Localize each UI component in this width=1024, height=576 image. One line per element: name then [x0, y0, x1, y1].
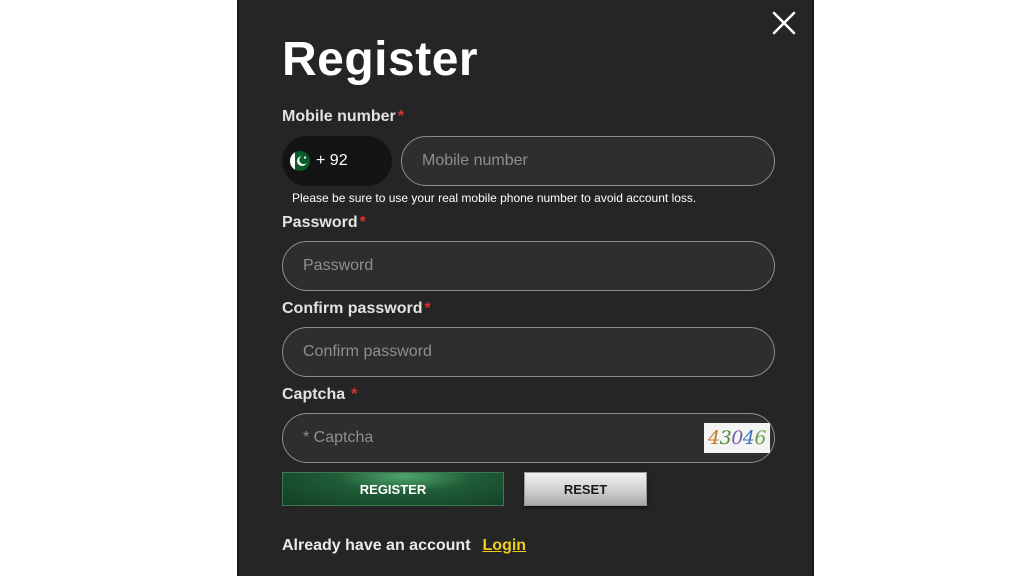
login-link[interactable]: Login	[483, 537, 527, 554]
confirm-password-label: Confirm password *	[282, 299, 431, 319]
password-field	[282, 241, 775, 291]
mobile-number-input[interactable]	[402, 152, 774, 170]
dialog-title: Register	[282, 33, 479, 86]
captcha-digit: 3	[719, 427, 732, 449]
reset-button[interactable]: RESET	[524, 472, 647, 506]
captcha-digit: 4	[742, 427, 755, 449]
mobile-number-hint: Please be sure to use your real mobile p…	[292, 191, 697, 205]
required-marker: *	[424, 300, 431, 317]
password-label-text: Password	[282, 214, 358, 231]
required-marker: *	[359, 214, 366, 231]
register-button[interactable]: REGISTER	[282, 472, 504, 506]
required-marker: *	[397, 108, 405, 125]
mobile-number-field	[401, 136, 775, 186]
captcha-field: 43046	[282, 413, 775, 463]
captcha-input[interactable]	[283, 429, 774, 447]
captcha-digit: 6	[754, 427, 766, 449]
pakistan-flag-icon	[290, 151, 310, 171]
mobile-number-label: Mobile number *	[282, 107, 404, 127]
captcha-label: Captcha *	[282, 385, 357, 405]
captcha-digit: 0	[731, 427, 743, 449]
login-prompt-text: Already have an account	[282, 537, 471, 554]
password-label: Password *	[282, 213, 366, 233]
confirm-password-label-text: Confirm password	[282, 300, 423, 317]
confirm-password-input[interactable]	[283, 343, 774, 361]
required-marker: *	[351, 386, 358, 403]
country-code-selector[interactable]: + 92	[282, 136, 392, 186]
country-code-value: + 92	[316, 152, 348, 169]
confirm-password-field	[282, 327, 775, 377]
password-input[interactable]	[283, 257, 774, 275]
close-icon	[772, 11, 796, 35]
captcha-label-text: Captcha	[282, 386, 346, 403]
captcha-image[interactable]: 43046	[704, 423, 770, 453]
page-backdrop-right	[814, 0, 1024, 576]
captcha-digit: 4	[708, 427, 720, 449]
mobile-number-label-text: Mobile number	[282, 108, 396, 125]
login-prompt: Already have an account Login	[282, 536, 526, 556]
page-backdrop-left	[0, 0, 237, 576]
register-dialog: Register Mobile number* + 92 Please be s…	[237, 0, 814, 576]
close-button[interactable]	[769, 8, 799, 38]
